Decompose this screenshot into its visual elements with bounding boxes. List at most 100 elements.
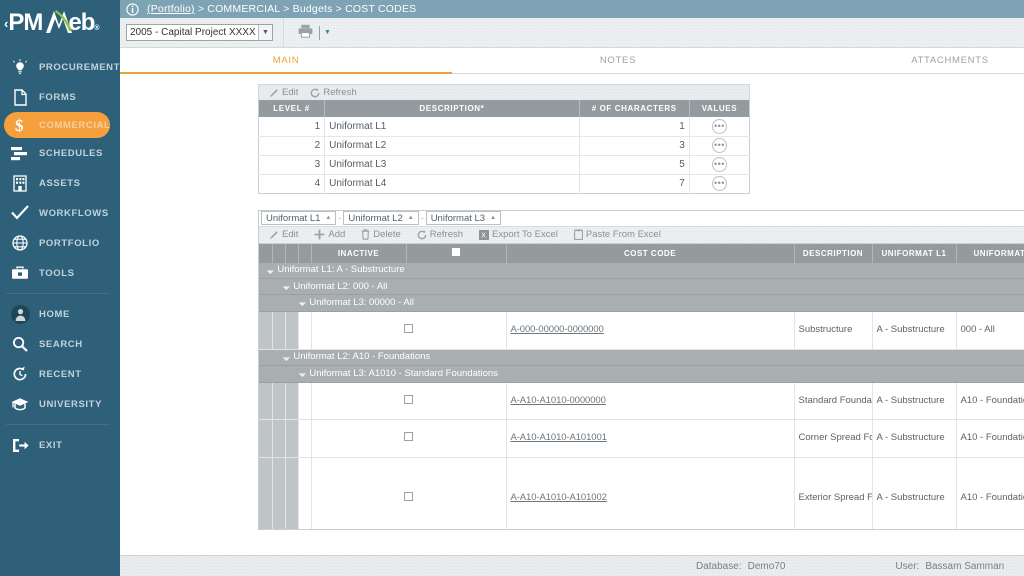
table-row[interactable]: 1 Uniformat L1 1 ••• [258,117,750,137]
table-row[interactable]: A-A10-A1010-A101002 Exterior Spread Footi… [259,457,1024,529]
col-values[interactable]: VALUES [689,100,750,117]
sidebar-item-label: UNIVERSITY [39,398,103,410]
sidebar-item-commercial[interactable]: $ COMMERCIAL [4,112,110,138]
values-ellipsis-button[interactable]: ••• [711,118,727,134]
grid-add-button[interactable]: Add [314,229,345,240]
chevron-down-icon[interactable]: ▼ [258,25,272,40]
grid-refresh-button[interactable]: Refresh [417,229,463,240]
col-description[interactable]: DESCRIPTION [794,243,873,263]
cost-code-link[interactable]: A-A10-A1010-A101001 [511,432,607,443]
breadcrumb-portfolio-link[interactable]: (Portfolio) [147,3,195,15]
level-edit-button[interactable]: Edit [269,87,298,98]
col-uniformat-l1[interactable]: UNIFORMAT L1 [872,243,957,263]
level-table: LEVEL # DESCRIPTION* # OF CHARACTERS VAL… [258,100,750,194]
sidebar-item-recent[interactable]: RECENT [0,359,120,389]
group-tag-uniformat-l2[interactable]: Uniformat L2 ▲ [343,211,419,225]
sidebar-item-home[interactable]: HOME [0,299,120,329]
cost-code-link[interactable]: A-A10-A1010-0000000 [511,395,606,406]
col-level-number[interactable]: LEVEL # [258,100,326,117]
sort-asc-icon[interactable]: ▲ [490,215,496,221]
group-header-row[interactable]: ◢ Uniformat L3: 00000 - All [259,294,1024,312]
schedule-icon [8,143,32,163]
group-header-row[interactable]: ◢ Uniformat L1: A - Substructure [259,262,1024,279]
inactive-checkbox[interactable] [404,394,413,404]
sidebar-item-portfolio[interactable]: PORTFOLIO [0,228,120,258]
col-uniformat-l2[interactable]: UNIFORMAT L2 [956,243,1024,263]
col-num-characters[interactable]: # OF CHARACTERS [579,100,690,117]
print-button[interactable]: ▼ [298,24,331,41]
inactive-checkbox[interactable] [404,432,413,442]
collapse-caret-icon[interactable]: ◢ [281,282,291,292]
cell-inactive [311,382,507,421]
table-row[interactable]: 2 Uniformat L2 3 ••• [258,136,750,156]
info-icon[interactable] [126,2,139,16]
sidebar-item-label: WORKFLOWS [39,207,109,219]
group-header-label: Uniformat L2: A10 - Foundations [293,351,431,363]
pencil-icon [269,230,278,239]
tab-attachments[interactable]: ATTACHMENTS [784,48,1024,73]
cell-description: Uniformat L4 [324,174,580,193]
table-row[interactable]: A-A10-A1010-A101001 Corner Spread Footing… [259,419,1024,459]
grid-edit-button[interactable]: Edit [269,229,298,240]
sidebar-item-schedules[interactable]: SCHEDULES [0,138,120,168]
sidebar-item-tools[interactable]: TOOLS [0,258,120,288]
sort-asc-icon[interactable]: ▲ [408,215,414,221]
group-header-cell: ◢ Uniformat L3: A1010 - Standard Foundati… [259,365,1024,383]
cell-uniformat-l2: A10 - Foundations [956,457,1024,529]
cost-code-link[interactable]: A-000-00000-0000000 [511,324,604,335]
col-cost-code[interactable]: COST CODE [506,243,795,263]
sidebar-item-assets[interactable]: ASSETS [0,168,120,198]
printer-icon[interactable] [298,24,313,41]
collapse-caret-icon[interactable]: ◢ [297,299,307,309]
col-inactive[interactable]: INACTIVE [311,243,407,263]
project-select[interactable]: 2005 - Capital Project XXXX ▼ [126,24,273,41]
col-select-all[interactable] [406,243,507,263]
group-tag-label: Uniformat L2 [348,212,403,224]
values-ellipsis-button[interactable]: ••• [711,138,727,153]
table-row[interactable]: 3 Uniformat L3 5 ••• [258,155,750,175]
database-value: Demo70 [747,560,786,572]
values-ellipsis-button[interactable]: ••• [711,157,727,172]
sidebar-item-search[interactable]: SEARCH [0,329,120,359]
grid-delete-button[interactable]: Delete [361,229,401,240]
inactive-checkbox[interactable] [404,323,413,333]
table-row[interactable]: A-A10-A1010-0000000Standard FoundationsA… [259,382,1024,421]
sort-asc-icon[interactable]: ▲ [325,215,331,221]
table-row[interactable]: A-000-00000-0000000 Substructure A - Subst… [259,311,1024,350]
tab-notes[interactable]: NOTES [452,48,784,73]
cost-code-link[interactable]: A-A10-A1010-A101002 [511,492,607,503]
chevron-down-icon[interactable]: ▼ [324,29,331,36]
col-gutter-4 [298,243,312,263]
collapse-caret-icon[interactable]: ◢ [297,369,307,379]
collapse-caret-icon[interactable]: ◢ [281,353,291,363]
sidebar-item-procurement[interactable]: PROCUREMENT [0,52,120,82]
sidebar-item-exit[interactable]: EXIT [0,430,120,460]
group-tag-uniformat-l3[interactable]: Uniformat L3 ▲ [425,211,502,225]
collapse-caret-icon[interactable]: ◢ [265,266,275,276]
values-ellipsis-button[interactable]: ••• [711,176,727,191]
group-tag-uniformat-l1[interactable]: Uniformat L1 ▲ [261,211,337,225]
group-header-row[interactable]: ◢ Uniformat L2: A10 - Foundations [259,349,1024,367]
sidebar-item-university[interactable]: UNIVERSITY [0,389,120,419]
tab-main[interactable]: MAIN [120,48,452,74]
group-tag-label: Uniformat L3 [430,212,486,224]
grid-paste-label: Paste From Excel [585,229,661,240]
sidebar-item-label: SEARCH [39,338,83,350]
cell-description: Uniformat L1 [324,117,580,137]
project-toolbar: 2005 - Capital Project XXXX ▼ ▼ [120,17,1024,48]
grid-export-excel-button[interactable]: X Export To Excel [479,229,558,240]
table-row[interactable]: 4 Uniformat L4 7 ••• [258,174,750,193]
sidebar-item-workflows[interactable]: WORKFLOWS [0,198,120,228]
col-description[interactable]: DESCRIPTION* [324,100,580,117]
group-header-label: Uniformat L3: A1010 - Standard Foundatio… [309,367,498,379]
app-logo[interactable]: ‹ PM eb ® [0,0,120,46]
grid-paste-excel-button[interactable]: Paste From Excel [573,229,661,240]
tag-separator: - [420,213,424,223]
cell-uniformat-l2: 000 - All [956,311,1024,350]
row-gutter-cell [259,419,273,459]
group-header-row[interactable]: ◢ Uniformat L3: A1010 - Standard Foundati… [259,365,1024,383]
level-refresh-button[interactable]: Refresh [310,87,357,98]
sidebar-item-forms[interactable]: FORMS [0,82,120,112]
inactive-checkbox[interactable] [404,492,413,501]
group-header-row[interactable]: ◢ Uniformat L2: 000 - All [259,278,1024,296]
